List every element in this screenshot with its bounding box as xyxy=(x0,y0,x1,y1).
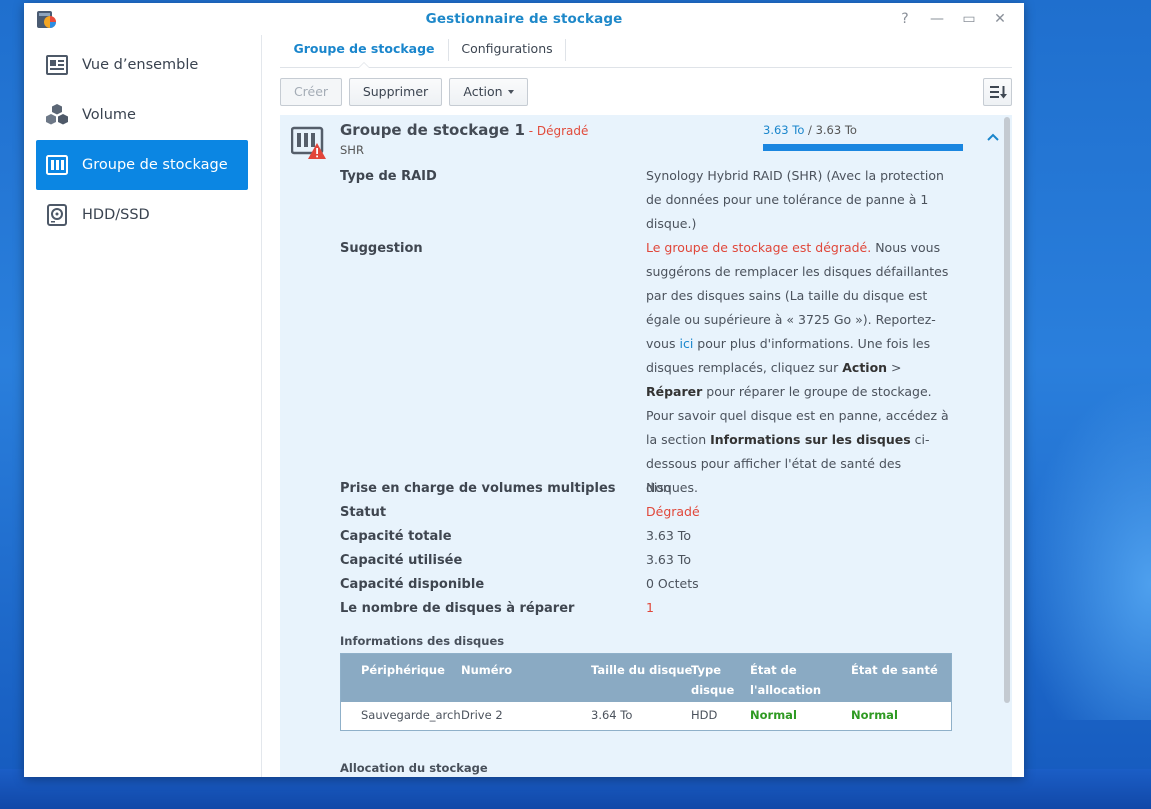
tab-separator xyxy=(565,39,566,61)
create-button[interactable]: Créer xyxy=(280,78,342,106)
help-link[interactable]: ici xyxy=(679,336,693,351)
column-header[interactable]: Taille du disque xyxy=(591,660,692,680)
capacity-progress-bar xyxy=(763,144,963,151)
active-tab-caret xyxy=(358,62,370,68)
multi-volume-label: Prise en charge de volumes multiples xyxy=(340,481,616,496)
tab-configurations[interactable]: Configurations xyxy=(449,35,565,67)
sidebar-item-label: HDD/SSD xyxy=(82,207,150,223)
collapse-chevron-up-icon[interactable] xyxy=(985,129,1001,145)
repair-ref: Réparer xyxy=(646,384,703,399)
pool-name: Groupe de stockage 1 xyxy=(340,121,525,139)
raid-type-value: Synology Hybrid RAID (SHR) (Avec la prot… xyxy=(646,168,944,231)
capacity-used: 3.63 To xyxy=(763,123,805,137)
main-content: Groupe de stockage Configurations Créer … xyxy=(263,35,1024,777)
table-row[interactable]: Sauvegarde_arch Drive 2 3.64 To HDD Norm… xyxy=(341,702,951,730)
column-header[interactable]: État de santé xyxy=(851,660,938,680)
storage-pool-panel: Groupe de stockage 1 - Dégradé SHR 3.63 … xyxy=(280,115,1012,777)
suggestion-part: > xyxy=(887,360,902,375)
cell-size: 3.64 To xyxy=(591,708,633,722)
vertical-scrollbar[interactable] xyxy=(1004,117,1010,703)
tab-bar: Groupe de stockage Configurations xyxy=(280,35,1012,68)
suggestion-label: Suggestion xyxy=(340,241,423,256)
overview-icon xyxy=(46,55,68,75)
free-capacity-value: 0 Octets xyxy=(646,576,699,591)
storage-manager-window: Gestionnaire de stockage ? — ▭ ✕ Vue d’e… xyxy=(24,3,1024,777)
cell-allocation-status: Normal xyxy=(750,708,797,722)
pool-state: - Dégradé xyxy=(524,124,589,138)
action-dropdown-button[interactable]: Action xyxy=(449,78,528,106)
disks-to-repair-label: Le nombre de disques à réparer xyxy=(340,601,575,616)
tab-label: Groupe de stockage xyxy=(293,41,435,56)
total-capacity-label: Capacité totale xyxy=(340,529,452,544)
disk-info-ref: Informations sur les disques xyxy=(710,432,911,447)
suggestion-text: Le groupe de stockage est dégradé. Nous … xyxy=(646,236,956,500)
cell-device: Sauvegarde_arch xyxy=(361,708,461,722)
disks-to-repair-value: 1 xyxy=(646,600,654,615)
column-header[interactable]: État de l'allocation xyxy=(750,660,842,700)
pool-raid-type: SHR xyxy=(340,143,364,157)
sidebar-item-volume[interactable]: Volume xyxy=(36,90,248,140)
storage-pool-icon xyxy=(46,155,68,175)
capacity-progress-fill xyxy=(763,144,963,151)
sidebar-item-overview[interactable]: Vue d’ensemble xyxy=(36,40,248,90)
close-button[interactable]: ✕ xyxy=(989,9,1011,29)
storage-pool-warning-icon xyxy=(291,126,326,159)
sidebar: Vue d’ensemble Volume Groupe de stockage xyxy=(24,35,262,777)
title-bar: Gestionnaire de stockage ? — ▭ ✕ xyxy=(24,3,1024,35)
maximize-button[interactable]: ▭ xyxy=(958,9,980,29)
help-button[interactable]: ? xyxy=(894,9,916,29)
sort-button[interactable] xyxy=(983,78,1012,106)
disk-info-title: Informations des disques xyxy=(340,634,505,648)
sort-icon xyxy=(990,86,1007,99)
toolbar: Créer Supprimer Action xyxy=(280,78,1012,106)
minimize-icon: — xyxy=(930,11,944,27)
pool-title: Groupe de stockage 1 - Dégradé xyxy=(340,121,588,139)
column-header[interactable]: Type disque xyxy=(691,660,743,700)
sidebar-item-label: Groupe de stockage xyxy=(82,157,228,173)
delete-button[interactable]: Supprimer xyxy=(349,78,442,106)
chevron-down-icon xyxy=(507,90,514,94)
raid-type-label: Type de RAID xyxy=(340,169,437,184)
used-capacity-label: Capacité utilisée xyxy=(340,553,463,568)
sidebar-item-label: Vue d’ensemble xyxy=(82,57,199,73)
column-header[interactable]: Numéro xyxy=(461,660,512,680)
action-button-label: Action xyxy=(463,84,503,99)
capacity-total: 3.63 To xyxy=(815,123,857,137)
suggestion-warning: Le groupe de stockage est dégradé. xyxy=(646,240,872,255)
cell-number: Drive 2 xyxy=(461,708,503,722)
column-header[interactable]: Périphérique xyxy=(361,660,445,680)
sidebar-item-storage-pool[interactable]: Groupe de stockage xyxy=(36,140,248,190)
cell-health-status: Normal xyxy=(851,708,898,722)
tab-label: Configurations xyxy=(461,41,553,56)
close-icon: ✕ xyxy=(994,11,1006,27)
suggestion-part: Nous vous suggérons de remplacer les dis… xyxy=(646,240,949,351)
minimize-button[interactable]: — xyxy=(926,9,948,29)
multi-volume-value: Non xyxy=(646,480,671,495)
pool-capacity-text: 3.63 To / 3.63 To xyxy=(763,123,857,137)
used-capacity-value: 3.63 To xyxy=(646,552,691,567)
window-title: Gestionnaire de stockage xyxy=(425,11,623,27)
action-ref: Action xyxy=(842,360,888,375)
status-label: Statut xyxy=(340,505,387,520)
table-header: Périphérique Numéro Taille du disque Typ… xyxy=(341,654,951,702)
desktop-wallpaper-glow xyxy=(1021,380,1151,720)
storage-allocation-title: Allocation du stockage xyxy=(340,761,488,775)
sidebar-item-label: Volume xyxy=(82,107,136,123)
volume-cubes-icon xyxy=(46,104,68,125)
free-capacity-label: Capacité disponible xyxy=(340,577,485,592)
disk-info-table: Périphérique Numéro Taille du disque Typ… xyxy=(340,653,952,731)
tab-storage-pool[interactable]: Groupe de stockage xyxy=(280,35,448,68)
status-value: Dégradé xyxy=(646,504,700,519)
maximize-icon: ▭ xyxy=(962,11,976,27)
cell-type: HDD xyxy=(691,708,718,722)
help-icon: ? xyxy=(901,11,909,27)
hdd-icon xyxy=(47,204,67,226)
capacity-separator: / xyxy=(804,123,816,137)
sidebar-item-hdd-ssd[interactable]: HDD/SSD xyxy=(36,190,248,240)
total-capacity-value: 3.63 To xyxy=(646,528,691,543)
